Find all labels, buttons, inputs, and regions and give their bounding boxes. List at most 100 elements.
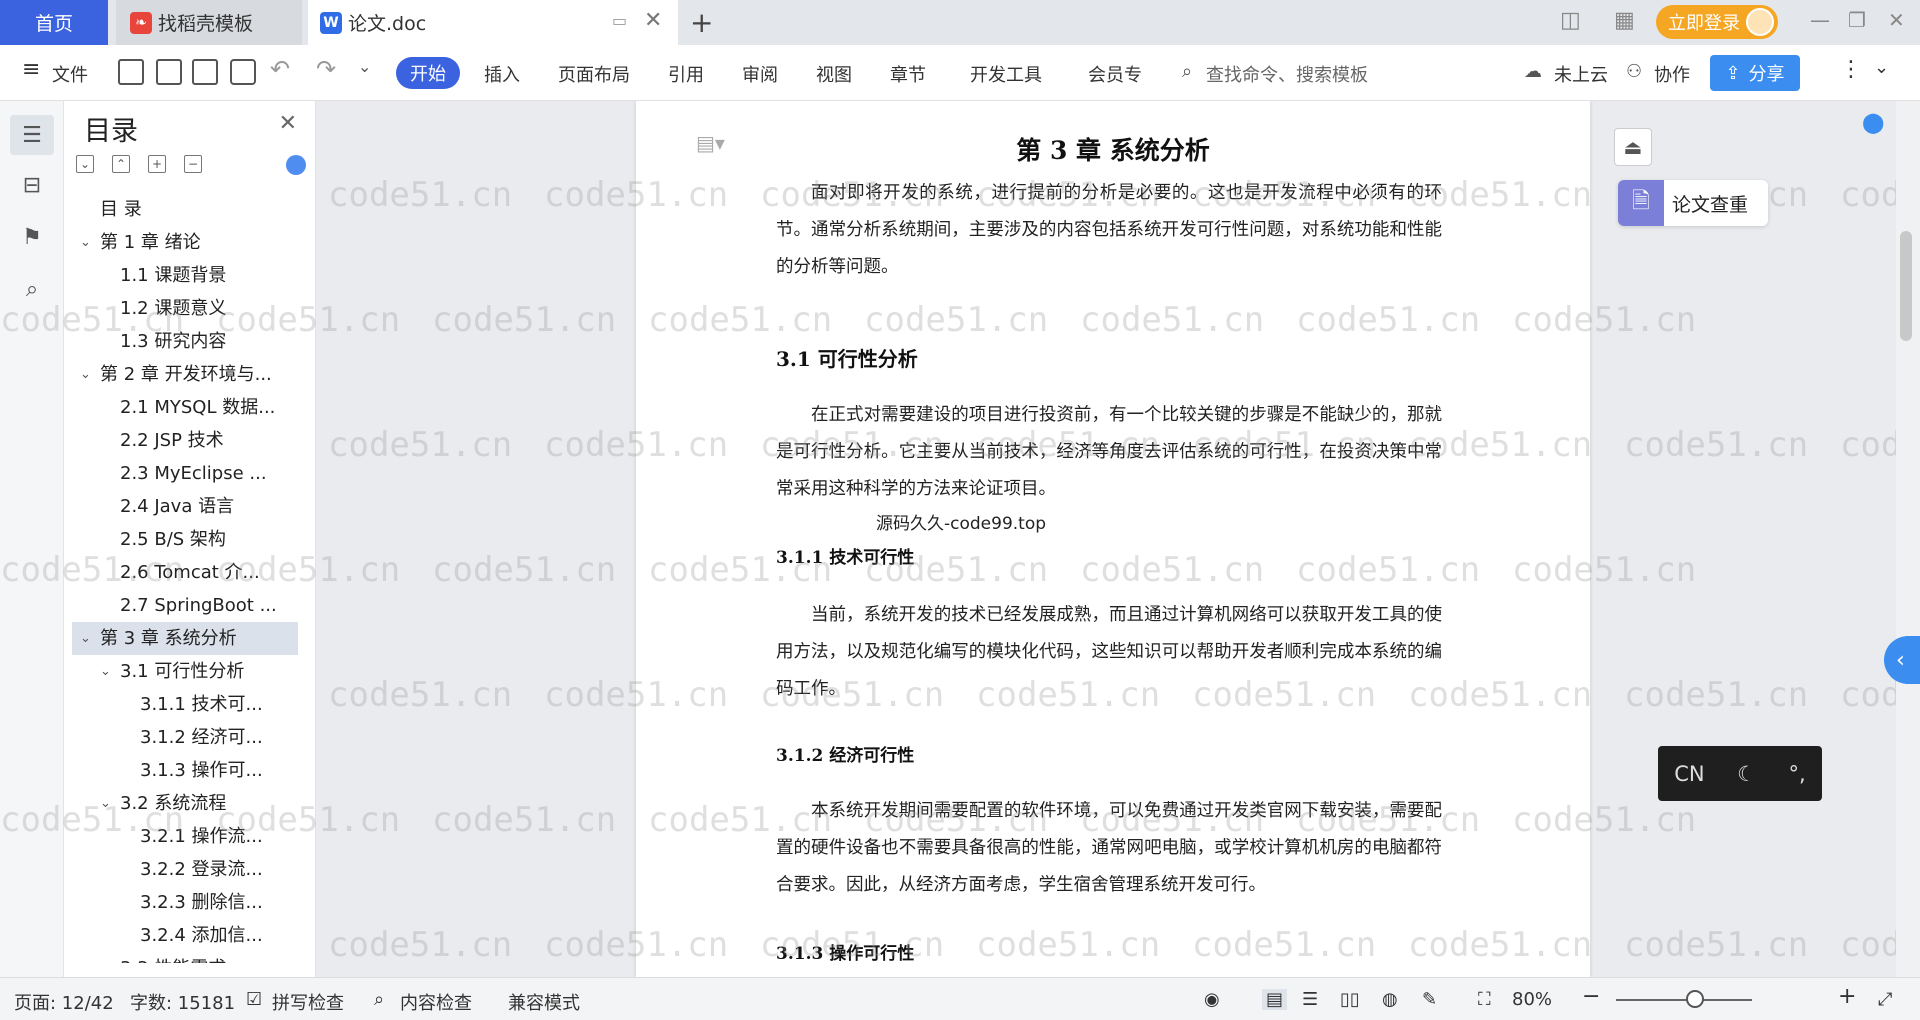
moon-icon[interactable]: ☾ (1737, 762, 1756, 786)
toc-item[interactable]: 2.1 MYSQL 数据... (72, 391, 298, 424)
print-icon[interactable] (192, 59, 218, 85)
toc-item[interactable]: 1.2 课题意义 (72, 292, 298, 325)
collapse-panel-icon[interactable]: ⏏ (1614, 128, 1652, 166)
write-view-icon[interactable]: ✎ (1422, 989, 1437, 1010)
undo-icon[interactable]: ↶ (270, 55, 290, 83)
tab-reference[interactable]: 引用 (668, 61, 704, 87)
toc-item[interactable]: 2.6 Tomcat 介... (72, 556, 298, 589)
chevron-down-icon[interactable]: ⌄ (80, 226, 91, 259)
toc-item[interactable]: 1.1 课题背景 (72, 259, 298, 292)
toc-item[interactable]: 2.3 MyEclipse ... (72, 457, 298, 490)
collapse-all-icon[interactable]: ⌄ (76, 155, 94, 173)
redo-icon[interactable]: ↷ (316, 55, 336, 83)
print-preview-icon[interactable] (230, 59, 256, 85)
collab-button[interactable]: 协作 (1654, 61, 1690, 87)
cloud-status[interactable]: 未上云 (1554, 61, 1608, 87)
ai-assistant-icon[interactable] (286, 155, 306, 175)
tab-template[interactable]: ❧ 找稻壳模板 (116, 0, 302, 45)
toc-item[interactable]: 3.2.1 操作流... (72, 820, 298, 853)
tab-insert[interactable]: 插入 (484, 61, 520, 87)
location-icon[interactable]: ⬤ (1862, 110, 1884, 134)
command-search[interactable]: 查找命令、搜索模板 (1206, 61, 1368, 87)
close-icon[interactable]: ✕ (279, 111, 297, 136)
quick-access-dropdown-icon[interactable]: ⌄ (358, 57, 371, 76)
content-check-button[interactable]: 内容检查 (400, 989, 472, 1015)
tab-developer[interactable]: 开发工具 (970, 61, 1042, 87)
web-view-icon[interactable]: ◍ (1382, 989, 1398, 1010)
restore-icon[interactable]: ❐ (1848, 8, 1866, 32)
ime-toolbar[interactable]: CN ☾ °, (1658, 746, 1822, 801)
menu-icon[interactable]: ≡ (22, 57, 40, 82)
document-page[interactable]: ▤▾ 第 3 章 系统分析 面对即将开发的系统，进行提前的分析是必要的。这也是开… (636, 101, 1590, 977)
tab-document[interactable]: W 论文.doc ▭ ✕ (308, 0, 678, 45)
tab-chapter[interactable]: 章节 (890, 61, 926, 87)
new-tab-icon[interactable]: + (690, 6, 713, 39)
word-count[interactable]: 字数: 15181 (130, 989, 235, 1015)
toc-item[interactable]: 2.4 Java 语言 (72, 490, 298, 523)
toc-item[interactable]: 3.2.4 添加信... (72, 919, 298, 952)
spellcheck-button[interactable]: 拼写检查 (272, 989, 344, 1015)
add-heading-icon[interactable]: + (148, 155, 166, 173)
paper-check-button[interactable]: 🗎 论文查重 (1618, 180, 1768, 226)
file-menu[interactable]: 文件 (52, 61, 88, 87)
bookmark-icon[interactable]: ⚑ (18, 223, 46, 251)
export-icon[interactable] (156, 59, 182, 85)
navigation-icon[interactable]: ⊟ (18, 171, 46, 199)
share-button[interactable]: ⇪ 分享 (1710, 55, 1800, 91)
eye-protect-icon[interactable]: ◉ (1204, 989, 1220, 1010)
toc-icon[interactable]: ☰ (10, 115, 54, 155)
zoom-slider[interactable] (1616, 999, 1752, 1001)
page-count[interactable]: 页面: 12/42 (14, 989, 114, 1015)
toc-item[interactable]: 3.1.1 技术可... (72, 688, 298, 721)
expand-up-icon[interactable]: ⌃ (112, 155, 130, 173)
toc-item[interactable]: 3.1.2 经济可... (72, 721, 298, 754)
toc-item[interactable]: 3.3 性能需求 (72, 952, 298, 963)
tab-start[interactable]: 开始 (396, 57, 460, 89)
zoom-level[interactable]: 80% (1512, 989, 1552, 1010)
grid-apps-icon[interactable]: ▦ (1614, 8, 1635, 33)
punctuation-icon[interactable]: °, (1789, 762, 1806, 786)
page-view-icon[interactable]: ▤ (1262, 989, 1288, 1010)
vertical-scrollbar[interactable] (1900, 231, 1912, 341)
toc-item[interactable]: 目 录 (72, 193, 298, 226)
tab-page-layout[interactable]: 页面布局 (558, 61, 630, 87)
chevron-down-icon[interactable]: ⌄ (80, 358, 91, 391)
outline-view-icon[interactable]: ☰ (1302, 989, 1318, 1010)
toc-item[interactable]: ⌄ 3.1 可行性分析 (72, 655, 298, 688)
close-window-icon[interactable]: ✕ (1888, 8, 1905, 32)
more-icon[interactable]: ⋮ (1840, 57, 1862, 82)
toc-item[interactable]: 3.2.2 登录流... (72, 853, 298, 886)
login-button[interactable]: 立即登录 (1656, 5, 1778, 39)
layout-icon[interactable]: ◫ (1560, 8, 1581, 33)
ime-lang[interactable]: CN (1674, 762, 1704, 786)
toc-item[interactable]: ⌄ 3.2 系统流程 (72, 787, 298, 820)
tab-view[interactable]: 视图 (816, 61, 852, 87)
toc-item[interactable]: ⌄ 第 3 章 系统分析 (72, 622, 298, 655)
find-icon[interactable]: ⌕ (18, 275, 46, 303)
toc-item[interactable]: 2.7 SpringBoot ... (72, 589, 298, 622)
zoom-slider-handle[interactable] (1686, 990, 1704, 1008)
tab-member[interactable]: 会员专 (1088, 61, 1142, 87)
minimize-icon[interactable]: — (1810, 8, 1830, 32)
remove-heading-icon[interactable]: − (184, 155, 202, 173)
collapse-ribbon-icon[interactable]: ⌄ (1874, 57, 1889, 78)
tab-review[interactable]: 审阅 (742, 61, 778, 87)
fit-page-icon[interactable]: ⛶ (1478, 989, 1491, 1010)
chevron-down-icon[interactable]: ⌄ (100, 655, 111, 688)
toc-item[interactable]: 3.1.3 操作可... (72, 754, 298, 787)
toc-item[interactable]: 2.5 B/S 架构 (72, 523, 298, 556)
read-view-icon[interactable]: ▯▯ (1340, 989, 1360, 1010)
chevron-down-icon[interactable]: ⌄ (100, 787, 111, 820)
toc-item[interactable]: 2.2 JSP 技术 (72, 424, 298, 457)
close-tab-icon[interactable]: ✕ (644, 8, 662, 33)
save-icon[interactable] (118, 59, 144, 85)
fullscreen-icon[interactable]: ⤢ (1878, 989, 1892, 1010)
chevron-down-icon[interactable]: ⌄ (80, 622, 91, 655)
toc-item[interactable]: 3.2.3 删除信... (72, 886, 298, 919)
tab-home[interactable]: 首页 (0, 0, 108, 45)
screen-icon[interactable]: ▭ (612, 11, 627, 30)
toc-item[interactable]: ⌄ 第 2 章 开发环境与... (72, 358, 298, 391)
zoom-in-icon[interactable]: + (1838, 984, 1856, 1009)
toc-item[interactable]: 1.3 研究内容 (72, 325, 298, 358)
zoom-out-icon[interactable]: − (1582, 984, 1600, 1009)
